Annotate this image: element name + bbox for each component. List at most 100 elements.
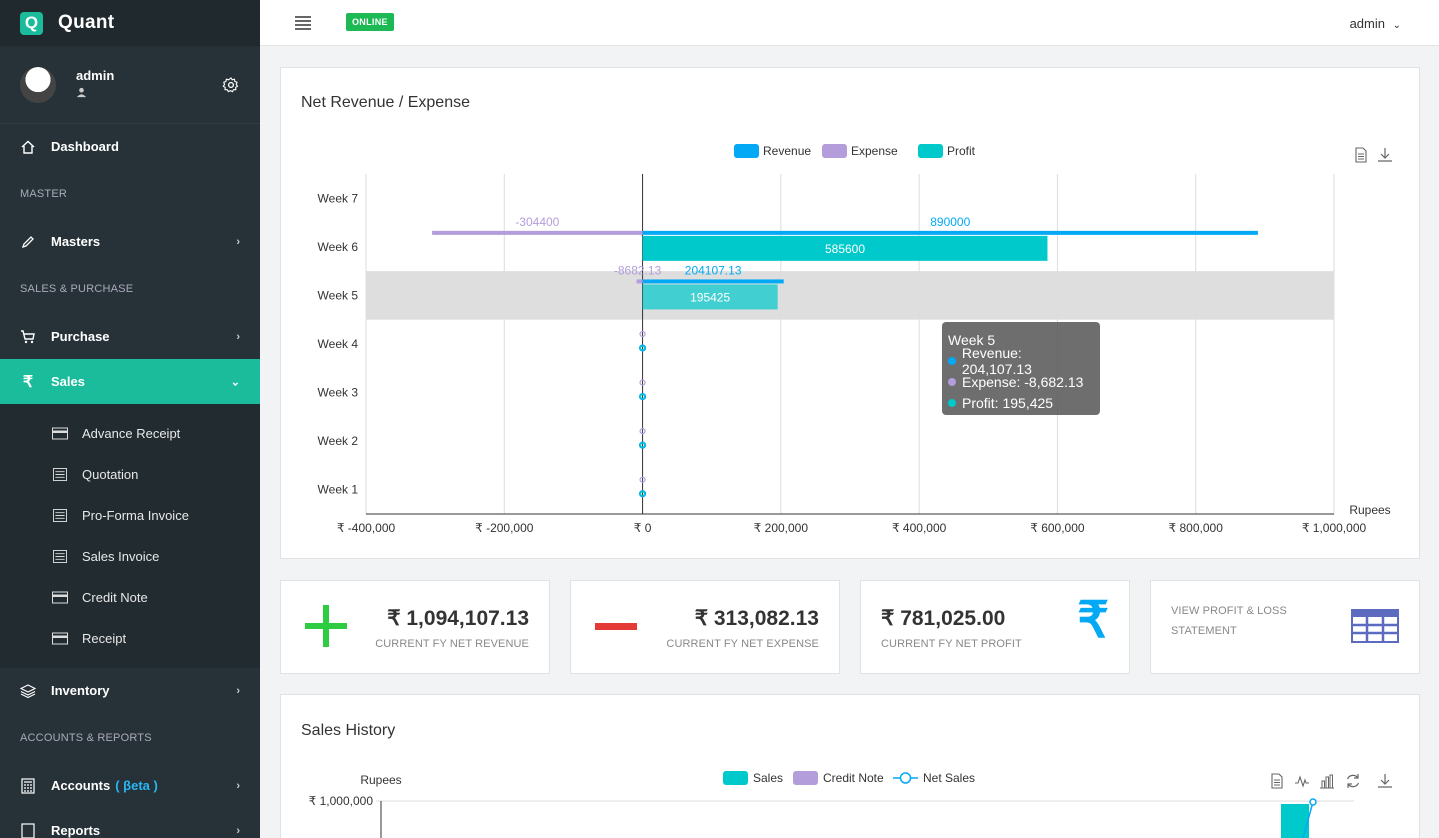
tooltip-expense-row: Expense: -8,682.13 — [948, 371, 1094, 392]
gear-icon[interactable] — [222, 76, 240, 94]
sub-advance-receipt[interactable]: Advance Receipt — [0, 413, 260, 454]
legend-label-revenue: Revenue — [763, 144, 811, 158]
sub-proforma-invoice[interactable]: Pro-Forma Invoice — [0, 495, 260, 536]
card-icon — [52, 591, 68, 604]
rupee-large-icon: ₹ — [1077, 592, 1109, 648]
rupee-icon: ₹ — [22, 373, 34, 391]
nav-inventory[interactable]: Inventory › — [0, 668, 260, 713]
tooltip-profit-row: Profit: 195,425 — [948, 392, 1094, 413]
sub-quotation[interactable]: Quotation — [0, 454, 260, 495]
user-menu[interactable]: admin ⌄ — [1350, 16, 1401, 31]
sub-sales-invoice-label: Sales Invoice — [82, 549, 160, 564]
x-tick-label: ₹ 800,000 — [1169, 521, 1224, 535]
layers-icon — [20, 683, 36, 699]
list-icon — [53, 468, 67, 481]
tooltip-expense: Expense: -8,682.13 — [962, 373, 1084, 390]
point-net-sales — [1309, 798, 1317, 806]
sub-credit-note[interactable]: Credit Note — [0, 577, 260, 618]
brand-name: Quant — [58, 12, 115, 33]
revenue-card-title: Net Revenue / Expense — [301, 94, 470, 111]
legend-label-net-sales: Net Sales — [923, 771, 975, 785]
x-tick-label: ₹ 600,000 — [1030, 521, 1085, 535]
stat-profit-value: ₹ 781,025.00 — [881, 607, 1006, 630]
nav-accounts[interactable]: Accounts ( βeta ) › — [0, 763, 260, 808]
minus-icon — [595, 623, 637, 630]
sub-advance-receipt-label: Advance Receipt — [82, 426, 181, 441]
card-icon — [52, 632, 68, 645]
sub-sales-invoice[interactable]: Sales Invoice — [0, 536, 260, 577]
category-label: Week 2 — [318, 434, 359, 448]
data-label-profit: 195425 — [690, 290, 730, 304]
bar-expense — [636, 279, 643, 284]
y-axis-title: Rupees — [360, 773, 401, 787]
stat-expense: ₹ 313,082.13 CURRENT FY NET EXPENSE — [570, 580, 840, 674]
card-icon — [52, 427, 68, 440]
hamburger-menu-icon[interactable] — [295, 16, 311, 30]
sub-quotation-label: Quotation — [82, 467, 139, 482]
brand-logo: Q — [20, 11, 43, 35]
home-icon — [20, 139, 36, 155]
legend-label-expense: Expense — [851, 144, 898, 158]
section-accounts: ACCOUNTS & REPORTS — [20, 732, 152, 744]
list-icon — [53, 550, 67, 563]
sub-receipt[interactable]: Receipt — [0, 618, 260, 659]
bar-revenue — [642, 230, 1258, 235]
sub-proforma-label: Pro-Forma Invoice — [82, 508, 189, 523]
list-icon — [53, 509, 67, 522]
nav-purchase-label: Purchase — [51, 329, 110, 344]
pl-line1: VIEW PROFIT & LOSS — [1171, 605, 1287, 617]
nav-sales[interactable]: ₹ Sales ⌄ — [0, 359, 260, 404]
chevron-down-icon: ⌄ — [1392, 20, 1401, 31]
x-axis-title: Rupees — [1349, 503, 1390, 517]
nav-inventory-label: Inventory — [51, 683, 110, 698]
legend-swatch-revenue — [734, 144, 759, 158]
nav-reports[interactable]: Reports › — [0, 808, 260, 838]
cart-icon — [20, 329, 36, 345]
tooltip-revenue-row: Revenue: 204,107.13 — [948, 345, 1094, 377]
brand[interactable]: Q Quant — [0, 0, 260, 46]
legend-label-profit: Profit — [947, 144, 976, 158]
category-label: Week 6 — [318, 240, 359, 254]
nav-purchase[interactable]: Purchase › — [0, 314, 260, 359]
chevron-down-icon: ⌄ — [230, 376, 240, 388]
data-label-expense: -304400 — [515, 215, 559, 229]
chart-tooltip: Week 5 Revenue: 204,107.13 Expense: -8,6… — [942, 322, 1100, 415]
tooltip-revenue: Revenue: 204,107.13 — [961, 344, 1032, 377]
data-label-revenue: 204107.13 — [685, 263, 742, 277]
section-master: MASTER — [20, 188, 68, 200]
stat-pl-statement[interactable]: VIEW PROFIT & LOSS STATEMENT — [1150, 580, 1420, 674]
legend-label-credit-note: Credit Note — [823, 771, 884, 785]
stat-expense-label: CURRENT FY NET EXPENSE — [666, 638, 819, 650]
x-tick-label: ₹ 200,000 — [754, 521, 809, 535]
chevron-right-icon: › — [236, 330, 240, 343]
chevron-right-icon: › — [236, 824, 240, 837]
report-icon — [20, 822, 36, 838]
revenue-chart: Revenue Expense Profit ₹ -400,000 ₹ -200,000… — [318, 144, 1391, 535]
data-label-revenue: 890000 — [930, 215, 970, 229]
avatar — [20, 66, 56, 103]
user-icon — [76, 87, 114, 101]
category-label: Week 7 — [318, 191, 359, 205]
category-label: Week 5 — [318, 288, 359, 302]
legend-swatch-sales — [723, 771, 748, 785]
x-tick-label: ₹ 400,000 — [892, 521, 947, 535]
sidebar: Q Quant admin Dashboard MASTER Masters ›… — [0, 0, 260, 838]
nav-dashboard-label: Dashboard — [51, 139, 119, 154]
legend-swatch-credit-note — [793, 771, 818, 785]
nav-accounts-label: Accounts — [51, 778, 111, 793]
x-tick-label: ₹ -400,000 — [337, 521, 396, 535]
beta-badge: ( βeta ) — [115, 778, 158, 793]
sales-chart: Sales Credit Note Net Sales Rupees ₹ 1,000,0… — [309, 771, 1354, 838]
nav-dashboard[interactable]: Dashboard — [0, 124, 260, 169]
nav-masters-label: Masters — [51, 234, 101, 249]
chevron-right-icon: › — [236, 779, 240, 792]
table-icon — [1351, 609, 1399, 643]
sales-submenu: Advance Receipt Quotation Pro-Forma Invo… — [0, 404, 260, 668]
tooltip-profit: Profit: 195,425 — [962, 394, 1054, 411]
x-tick-label: ₹ 1,000,000 — [1302, 521, 1367, 535]
nav-masters[interactable]: Masters › — [0, 219, 260, 264]
sub-credit-note-label: Credit Note — [82, 590, 148, 605]
stat-revenue: ₹ 1,094,107.13 CURRENT FY NET REVENUE — [280, 580, 550, 674]
legend-swatch-profit — [918, 144, 943, 158]
legend-swatch-expense — [822, 144, 847, 158]
